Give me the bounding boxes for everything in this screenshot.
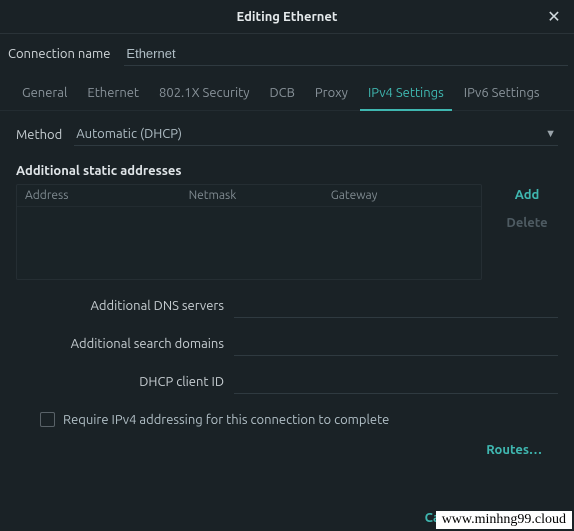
addresses-area: Address Netmask Gateway Add Delete — [16, 184, 558, 280]
search-domains-label: Additional search domains — [16, 337, 224, 351]
require-ipv4-checkbox[interactable] — [40, 412, 55, 427]
addresses-buttons: Add Delete — [496, 184, 558, 280]
connection-name-input[interactable] — [124, 42, 568, 66]
col-gateway: Gateway — [331, 189, 473, 202]
connection-name-label: Connection name — [6, 47, 110, 61]
addresses-header: Address Netmask Gateway — [17, 185, 481, 207]
method-row: Method Automatic (DHCP) ▼ — [16, 123, 558, 146]
routes-button[interactable]: Routes… — [486, 443, 542, 457]
search-domains-input[interactable] — [234, 332, 558, 356]
tab-security[interactable]: 802.1X Security — [151, 78, 257, 110]
delete-button: Delete — [506, 216, 547, 230]
addresses-title: Additional static addresses — [16, 164, 558, 178]
titlebar: Editing Ethernet ✕ — [0, 0, 574, 34]
tabs: General Ethernet 802.1X Security DCB Pro… — [0, 78, 574, 111]
connection-name-row: Connection name — [0, 34, 574, 78]
close-icon[interactable]: ✕ — [544, 6, 564, 26]
dns-input[interactable] — [234, 294, 558, 318]
tab-ipv6[interactable]: IPv6 Settings — [456, 78, 548, 110]
col-netmask: Netmask — [189, 189, 331, 202]
col-address: Address — [25, 189, 189, 202]
dns-label: Additional DNS servers — [16, 299, 224, 313]
method-combobox[interactable]: Automatic (DHCP) ▼ — [74, 123, 558, 146]
method-value: Automatic (DHCP) — [76, 127, 182, 141]
require-ipv4-label[interactable]: Require IPv4 addressing for this connect… — [63, 413, 389, 427]
method-label: Method — [16, 128, 62, 142]
require-ipv4-row: Require IPv4 addressing for this connect… — [40, 412, 558, 427]
watermark: www.minhng99.cloud — [436, 511, 572, 529]
chevron-down-icon: ▼ — [545, 128, 556, 140]
tab-general[interactable]: General — [14, 78, 75, 110]
tab-ipv4[interactable]: IPv4 Settings — [360, 78, 452, 110]
addresses-table[interactable]: Address Netmask Gateway — [16, 184, 482, 280]
dhcp-client-id-label: DHCP client ID — [16, 375, 224, 389]
tab-dcb[interactable]: DCB — [262, 78, 303, 110]
dhcp-client-id-input[interactable] — [234, 370, 558, 394]
tab-proxy[interactable]: Proxy — [307, 78, 356, 110]
add-button[interactable]: Add — [515, 188, 540, 202]
tab-content: Method Automatic (DHCP) ▼ Additional sta… — [0, 111, 574, 457]
tab-ethernet[interactable]: Ethernet — [79, 78, 147, 110]
dialog-title: Editing Ethernet — [236, 10, 337, 24]
